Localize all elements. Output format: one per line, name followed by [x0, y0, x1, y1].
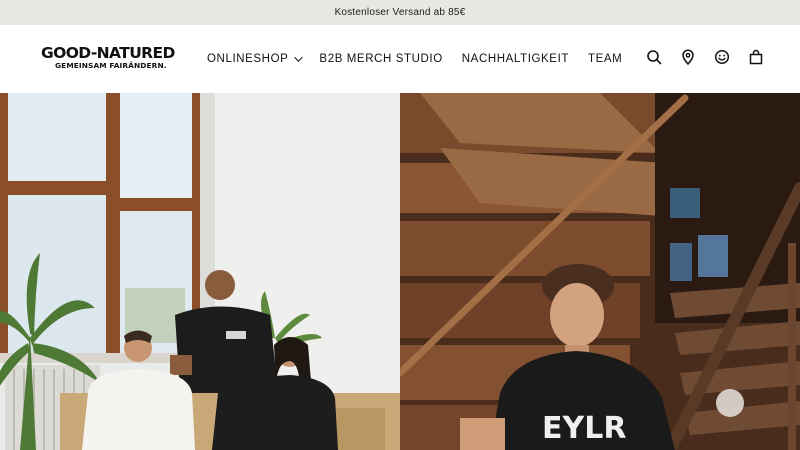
- announcement-bar: Kostenloser Versand ab 85€: [0, 0, 800, 25]
- hero-banner[interactable]: EYLR: [0, 93, 800, 450]
- workshop-photo: EYLR: [400, 93, 800, 450]
- nav-item-team[interactable]: TEAM: [588, 53, 622, 65]
- group-photo: [0, 93, 400, 450]
- hero-image-right[interactable]: EYLR: [400, 93, 800, 450]
- account-icon[interactable]: [714, 49, 730, 65]
- location-icon[interactable]: [680, 49, 696, 65]
- brand-tagline: GEMEINSAM FAIRÄNDERN.: [55, 61, 167, 70]
- nav-item-label: TEAM: [588, 53, 623, 65]
- nav-item-label: B2B MERCH STUDIO: [319, 53, 443, 65]
- shirt-print: EYLR: [542, 411, 626, 446]
- nav-item-label: ONLINESHOP: [207, 53, 289, 65]
- nav-item-b2b-merch-studio[interactable]: B2B MERCH STUDIO: [319, 53, 442, 65]
- search-icon[interactable]: [646, 49, 662, 65]
- announcement-text: Kostenloser Versand ab 85€: [334, 7, 466, 18]
- site-header: GOOD-NATURED GEMEINSAM FAIRÄNDERN. ONLIN…: [0, 25, 800, 93]
- nav-item-onlineshop[interactable]: ONLINESHOP: [207, 53, 304, 65]
- brand-name: GOOD-NATURED: [41, 44, 175, 62]
- main-nav: ONLINESHOP B2B MERCH STUDIO NACHHALTIGKE…: [207, 25, 622, 93]
- nav-item-nachhaltigkeit[interactable]: NACHHALTIGKEIT: [462, 53, 569, 65]
- header-icons: [646, 49, 764, 65]
- cart-icon[interactable]: [748, 49, 764, 65]
- hero-image-left[interactable]: [0, 93, 400, 450]
- brand-logo[interactable]: GOOD-NATURED GEMEINSAM FAIRÄNDERN.: [41, 44, 175, 77]
- chevron-down-icon: [294, 53, 304, 62]
- nav-item-label: NACHHALTIGKEIT: [461, 53, 569, 65]
